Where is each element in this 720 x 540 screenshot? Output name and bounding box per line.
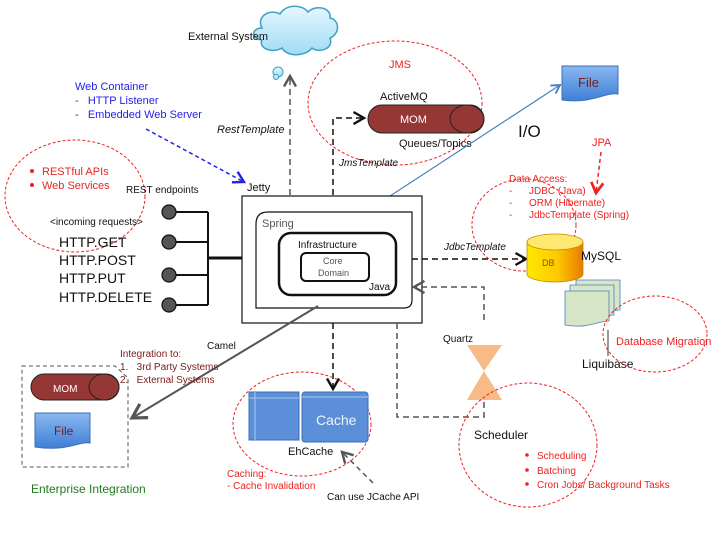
incoming-requests-label: <incoming requests>: [50, 217, 143, 228]
http-method: HTTP.GET: [59, 234, 127, 250]
jpa-arrow: [590, 151, 605, 196]
web-container-item: - HTTP Listener: [75, 95, 159, 107]
external-system-label: External System: [188, 31, 268, 43]
caching-title: Caching:: [227, 469, 266, 480]
integration-file-label: File: [54, 424, 74, 438]
data-access-item: - JDBC (Java): [509, 186, 586, 197]
web-container-arrow: [145, 128, 247, 184]
file-label: File: [578, 75, 599, 90]
architecture-diagram: External System RestTemplate Web Contain…: [4, 5, 711, 508]
bullet-icon: [30, 169, 34, 173]
web-services-item: Web Services: [42, 180, 110, 192]
jpa-label: JPA: [592, 137, 612, 149]
http-method: HTTP.DELETE: [59, 289, 152, 305]
ehcache-label: EhCache: [288, 446, 333, 458]
bullet-icon: [525, 482, 529, 486]
web-container-title: Web Container: [75, 81, 149, 93]
http-method: HTTP.PUT: [59, 270, 126, 286]
endpoint-node-icon: [161, 234, 177, 250]
rest-endpoints-label: REST endpoints: [126, 185, 199, 196]
enterprise-integration-label: Enterprise Integration: [31, 482, 146, 496]
data-access-item: - JdbcTemplate (Spring): [509, 210, 629, 221]
caching-item: - Cache Invalidation: [227, 481, 315, 492]
activemq-label: ActiveMQ: [380, 91, 428, 103]
mom-label: MOM: [400, 114, 427, 126]
scheduler-item: Scheduling: [537, 451, 586, 462]
camel-label: Camel: [207, 341, 236, 352]
quartz-hourglass-icon: [467, 345, 502, 400]
spring-label: Spring: [262, 218, 294, 230]
quartz-label: Quartz: [443, 334, 473, 345]
database-icon: [526, 233, 584, 283]
core-domain-label: Core: [323, 256, 343, 266]
jdbc-template-label: JdbcTemplate: [443, 242, 506, 253]
data-access-item: - ORM (Hibernate): [509, 198, 605, 209]
jcache-arrow: [340, 450, 374, 484]
core-domain-label: Domain: [318, 268, 349, 278]
jetty-label: Jetty: [247, 182, 271, 194]
integration-mom-label: MOM: [53, 384, 77, 395]
queues-topics-label: Queues/Topics: [399, 138, 472, 150]
java-label: Java: [369, 282, 391, 293]
liquibase-label: Liquibase: [582, 357, 634, 371]
endpoint-node-icon: [161, 297, 177, 313]
rest-template-label: RestTemplate: [217, 124, 284, 136]
bullet-icon: [525, 468, 529, 472]
db-label: DB: [542, 258, 555, 268]
scheduler-item: Cron Jobs/ Background Tasks: [537, 480, 670, 491]
jcache-label: Can use JCache API: [327, 492, 419, 503]
mysql-label: MySQL: [581, 249, 621, 263]
bullet-icon: [30, 183, 34, 187]
scheduler-label: Scheduler: [474, 428, 528, 442]
liquibase-documents-icon: [564, 279, 621, 327]
web-container-item: - Embedded Web Server: [75, 109, 202, 121]
quartz-callback-arrow: [411, 279, 485, 320]
integration-title: Integration to:: [120, 349, 181, 360]
rest-endpoints-connector: [175, 211, 242, 306]
http-method: HTTP.POST: [59, 252, 136, 268]
infrastructure-label: Infrastructure: [298, 240, 357, 251]
database-migration-label: Database Migration: [616, 336, 711, 348]
jms-template-label: JmsTemplate: [338, 158, 399, 169]
io-label: I/O: [518, 122, 541, 141]
integration-item: 2. External Systems: [120, 375, 214, 386]
endpoint-node-icon: [161, 204, 177, 220]
web-services-item: RESTful APIs: [42, 166, 109, 178]
cache-label: Cache: [316, 412, 357, 428]
integration-item: 1. 3rd Party Systems: [120, 362, 218, 373]
data-access-title: Data Access:: [509, 174, 567, 185]
scheduler-item: Batching: [537, 466, 576, 477]
endpoint-node-icon: [161, 267, 177, 283]
jms-label: JMS: [389, 59, 411, 71]
bullet-icon: [525, 453, 529, 457]
jms-template-arrow: [332, 110, 367, 195]
